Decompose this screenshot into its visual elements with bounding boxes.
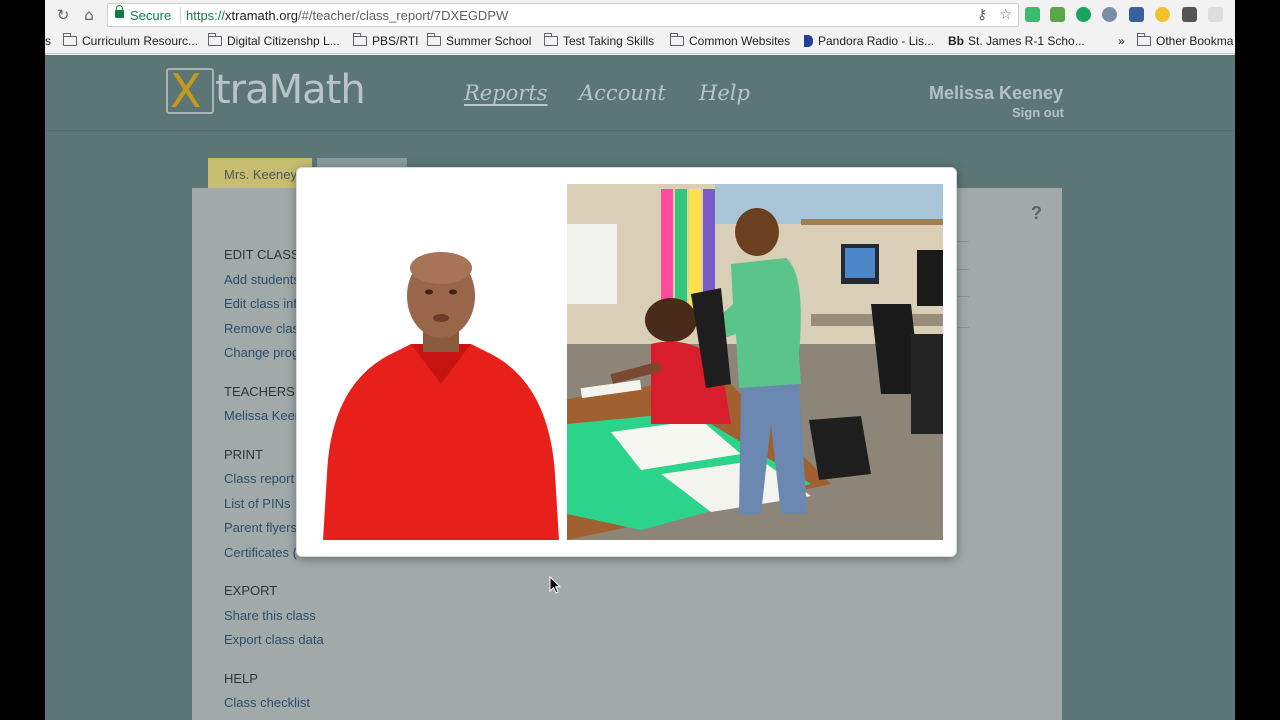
key-icon[interactable]: ⚷: [977, 7, 987, 23]
star-icon[interactable]: ☆: [999, 7, 1012, 23]
nav-help[interactable]: Help: [699, 81, 750, 105]
extension-icon[interactable]: [1208, 7, 1223, 22]
pandora-icon: [804, 35, 813, 47]
section-title-print: PRINT: [224, 447, 263, 462]
bookmarks-overflow-button[interactable]: »: [1118, 34, 1125, 48]
link-share-class[interactable]: Share this class: [224, 608, 316, 623]
url-path: /#/teacher/class_report/7DXEGDPW: [298, 8, 509, 23]
logo-x: X: [170, 64, 202, 118]
folder-icon: [353, 33, 367, 46]
secure-label: Secure: [130, 8, 172, 23]
address-bar[interactable]: Secure https://xtramath.org/#/teacher/cl…: [107, 3, 1019, 27]
bookmark-item[interactable]: Summer School: [427, 33, 531, 48]
link-change-program[interactable]: Change prog: [224, 345, 299, 360]
link-list-of-pins[interactable]: List of PINs: [224, 496, 290, 511]
url-host: xtramath.org: [225, 8, 299, 23]
divider: [957, 327, 969, 328]
link-certificates[interactable]: Certificates (: [224, 545, 297, 560]
help-icon[interactable]: ?: [1031, 203, 1042, 224]
nav-reports[interactable]: Reports: [464, 81, 548, 105]
extension-icon[interactable]: [1050, 7, 1065, 22]
divider: [957, 296, 969, 297]
folder-icon: [544, 33, 558, 46]
folder-icon: [63, 33, 77, 46]
bookmark-fragment[interactable]: s: [45, 34, 51, 48]
divider: [957, 269, 969, 270]
video-frame: [311, 184, 943, 540]
section-title-help: HELP: [224, 671, 258, 686]
other-bookmarks[interactable]: Other Bookma: [1137, 33, 1233, 48]
link-edit-class-info[interactable]: Edit class inf: [224, 296, 297, 311]
section-title-teachers: TEACHERS: [224, 384, 295, 399]
extension-icon[interactable]: [1025, 7, 1040, 22]
video-modal[interactable]: [296, 167, 957, 557]
link-class-checklist[interactable]: Class checklist: [224, 695, 310, 710]
lock-icon: [115, 5, 124, 18]
site-header: X traMath Reports Account Help Melissa K…: [45, 55, 1235, 131]
url-text[interactable]: https://xtramath.org/#/teacher/class_rep…: [186, 8, 508, 23]
url-scheme: https://: [186, 8, 226, 23]
link-add-students[interactable]: Add students: [224, 272, 300, 287]
folder-icon: [208, 33, 222, 46]
sign-out-link[interactable]: Sign out: [1012, 105, 1064, 120]
url-icons: ⚷ ☆: [965, 7, 1012, 23]
divider: [957, 241, 969, 242]
mouse-cursor-icon: [549, 576, 562, 594]
home-icon[interactable]: ⌂: [80, 6, 98, 24]
section-title-export: EXPORT: [224, 583, 278, 598]
extension-icon[interactable]: [1102, 7, 1117, 22]
bookmark-item[interactable]: Common Websites: [670, 33, 790, 48]
url-separator: [180, 7, 181, 23]
link-class-report[interactable]: Class report: [224, 471, 294, 486]
browser-window: ↻ ⌂ Secure https://xtramath.org/#/teache…: [45, 0, 1235, 720]
link-remove-class[interactable]: Remove clas: [224, 321, 299, 336]
link-teacher[interactable]: Melissa Keer: [224, 408, 299, 423]
logo-text[interactable]: traMath: [215, 67, 366, 113]
browser-toolbar: ↻ ⌂ Secure https://xtramath.org/#/teache…: [45, 0, 1235, 30]
reload-icon[interactable]: ↻: [54, 6, 72, 24]
blackboard-icon: Bb: [948, 34, 964, 48]
bookmarks-bar: s Curriculum Resourc... Digital Citizens…: [45, 30, 1235, 54]
extension-icon[interactable]: [1129, 7, 1144, 22]
folder-icon: [1137, 33, 1151, 46]
user-name: Melissa Keeney: [929, 83, 1064, 103]
link-parent-flyers[interactable]: Parent flyers: [224, 520, 297, 535]
nav-account[interactable]: Account: [579, 81, 666, 105]
extension-icon[interactable]: [1076, 7, 1091, 22]
bookmark-item[interactable]: Bb St. James R-1 Scho...: [948, 34, 1085, 48]
link-export-class-data[interactable]: Export class data: [224, 632, 324, 647]
folder-icon: [670, 33, 684, 46]
bookmark-item[interactable]: Pandora Radio - Lis...: [804, 34, 934, 48]
folder-icon: [427, 33, 441, 46]
extension-icon[interactable]: [1155, 7, 1170, 22]
extension-icon[interactable]: [1182, 7, 1197, 22]
bookmark-item[interactable]: Test Taking Skills: [544, 33, 654, 48]
bookmark-item[interactable]: PBS/RTI: [353, 33, 418, 48]
section-title-edit-class: EDIT CLASS: [224, 247, 300, 262]
bookmark-item[interactable]: Digital Citizenshp L...: [208, 33, 340, 48]
intro-video[interactable]: [311, 184, 943, 540]
bookmark-item[interactable]: Curriculum Resourc...: [63, 33, 198, 48]
